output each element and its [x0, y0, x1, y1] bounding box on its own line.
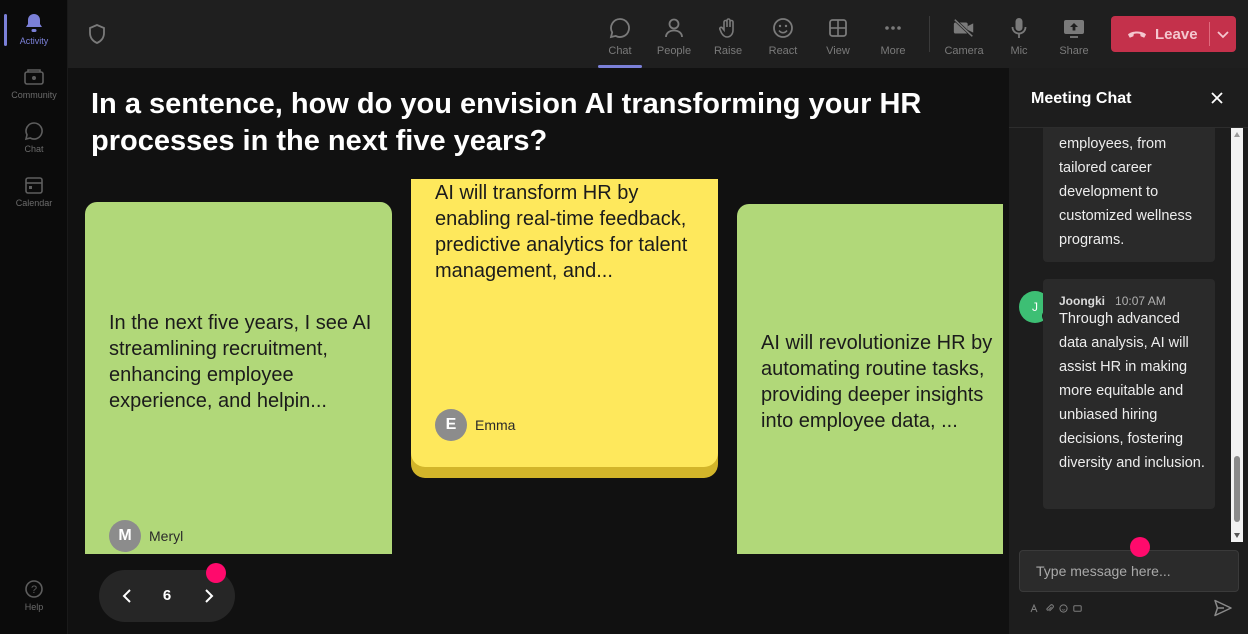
- share-button[interactable]: Share: [1046, 8, 1102, 64]
- response-text: AI will revolutionize HR by automating r…: [761, 332, 993, 432]
- rail-item-calendar[interactable]: Calendar: [0, 166, 68, 216]
- people-label: People: [656, 44, 692, 57]
- page-number: 6: [162, 587, 172, 604]
- more-icon: [881, 16, 905, 40]
- message-text: employees, from tailored career developm…: [1059, 136, 1192, 248]
- meeting-toolbar: Chat People Raise React View More Camera…: [68, 0, 1248, 68]
- rail-label: Help: [24, 601, 44, 612]
- share-screen-icon: [1062, 16, 1086, 40]
- message-input[interactable]: [1020, 551, 1238, 591]
- rail-item-activity[interactable]: Activity: [0, 4, 68, 54]
- response-card-shadow: AI will transform HR by enabling real-ti…: [411, 179, 718, 478]
- chat-scrollbar[interactable]: [1231, 128, 1243, 542]
- mic-button[interactable]: Mic: [991, 8, 1047, 64]
- response-card[interactable]: In the next five years, I see AI streaml…: [85, 202, 392, 554]
- card-author: E Emma: [435, 409, 515, 441]
- response-card[interactable]: AI will revolutionize HR by automating r…: [737, 204, 1003, 554]
- rail-label: Activity: [19, 35, 49, 46]
- chevron-right-icon[interactable]: [199, 586, 219, 606]
- chat-label: Chat: [608, 44, 632, 57]
- attach-icon[interactable]: [1044, 603, 1054, 613]
- leave-button[interactable]: Leave: [1111, 16, 1236, 52]
- rail-label: Chat: [24, 143, 44, 154]
- more-label: More: [880, 44, 906, 57]
- camera-off-icon: [952, 16, 976, 40]
- message-author: Joongki: [1059, 294, 1106, 308]
- leave-label: Leave: [1155, 25, 1198, 43]
- rail-label: Calendar: [15, 197, 53, 208]
- question-title: In a sentence, how do you envision AI tr…: [91, 88, 922, 157]
- scroll-up-icon[interactable]: [1234, 132, 1240, 137]
- mic-icon: [1007, 16, 1031, 40]
- hand-icon: [716, 16, 740, 40]
- author-name: Meryl: [149, 528, 184, 544]
- share-label: Share: [1059, 44, 1089, 57]
- hang-up-icon: [1127, 27, 1147, 41]
- people-button[interactable]: People: [646, 8, 702, 64]
- scroll-thumb[interactable]: [1234, 456, 1240, 522]
- toolbar-divider: [929, 16, 930, 52]
- chat-icon: [24, 121, 44, 141]
- help-icon: ?: [24, 579, 44, 599]
- card-author: M Meryl: [109, 520, 183, 552]
- message-time: 10:07 AM: [1115, 294, 1166, 308]
- app-rail: Activity Community Chat Calendar ? Help: [0, 0, 68, 634]
- chat-message: Joongki 10:07 AM Through advanced data an…: [1043, 279, 1215, 509]
- people-icon: [662, 16, 686, 40]
- smiley-icon: [771, 16, 795, 40]
- svg-text:?: ?: [31, 584, 37, 596]
- chevron-down-icon[interactable]: [1215, 26, 1231, 42]
- avatar: M: [109, 520, 141, 552]
- response-text: In the next five years, I see AI streaml…: [109, 312, 372, 412]
- format-icon[interactable]: [1029, 603, 1039, 613]
- bell-icon: [24, 13, 44, 33]
- rail-label: Community: [11, 89, 57, 100]
- meeting-chat-panel: Meeting Chat employees, from tailored ca…: [1009, 68, 1248, 634]
- rail-item-community[interactable]: Community: [0, 58, 68, 108]
- calendar-icon: [24, 175, 44, 195]
- leave-divider: [1209, 22, 1210, 46]
- raise-hand-button[interactable]: Raise: [700, 8, 756, 64]
- gif-icon[interactable]: [1072, 603, 1082, 613]
- community-icon: [24, 67, 44, 87]
- mic-label: Mic: [1010, 44, 1028, 57]
- message-text: Through advanced data analysis, AI will …: [1059, 311, 1205, 471]
- react-label: React: [768, 44, 798, 57]
- shield-icon[interactable]: [88, 24, 106, 44]
- chat-message: employees, from tailored career developm…: [1043, 128, 1215, 262]
- click-marker: [206, 563, 226, 583]
- rail-item-chat[interactable]: Chat: [0, 112, 68, 162]
- camera-button[interactable]: Camera: [936, 8, 992, 64]
- chevron-left-icon[interactable]: [117, 586, 137, 606]
- view-label: View: [826, 44, 850, 57]
- grid-icon: [826, 16, 850, 40]
- react-button[interactable]: React: [755, 8, 811, 64]
- response-card[interactable]: AI will transform HR by enabling real-ti…: [411, 179, 718, 467]
- chat-button[interactable]: Chat: [592, 8, 648, 68]
- emoji-icon[interactable]: [1058, 603, 1068, 613]
- rail-item-help[interactable]: ? Help: [0, 570, 68, 620]
- view-button[interactable]: View: [810, 8, 866, 64]
- send-icon[interactable]: [1213, 599, 1233, 617]
- avatar: E: [435, 409, 467, 441]
- author-name: Emma: [475, 417, 516, 433]
- scroll-down-icon[interactable]: [1234, 533, 1240, 538]
- chat-header: Meeting Chat: [1009, 68, 1248, 128]
- chat-title: Meeting Chat: [1031, 90, 1132, 107]
- raise-label: Raise: [713, 44, 743, 57]
- camera-label: Camera: [944, 44, 984, 57]
- close-icon[interactable]: [1209, 90, 1225, 106]
- message-input-box[interactable]: [1019, 550, 1239, 592]
- more-button[interactable]: More: [865, 8, 921, 64]
- chat-icon: [608, 16, 632, 40]
- click-marker: [1130, 537, 1150, 557]
- presentation-stage: In a sentence, how do you envision AI tr…: [68, 68, 1009, 634]
- response-text: AI will transform HR by enabling real-ti…: [435, 182, 688, 282]
